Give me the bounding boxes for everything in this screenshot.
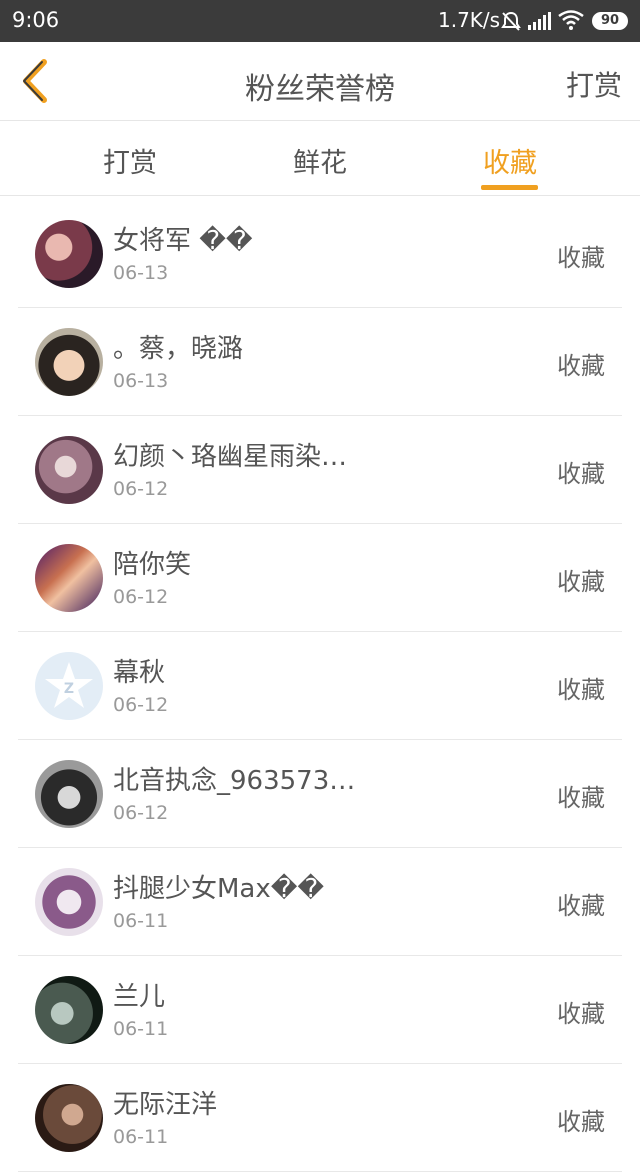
- tab-bar: 打赏 鲜花 收藏: [0, 121, 640, 196]
- tab-flowers[interactable]: 鲜花: [260, 141, 380, 180]
- item-type-label: 收藏: [557, 784, 605, 812]
- tab-favorites[interactable]: 收藏: [450, 141, 570, 180]
- item-date: 06-13: [113, 370, 169, 392]
- user-name: 无际汪洋: [113, 1090, 218, 1120]
- battery-level: 90: [600, 13, 620, 28]
- user-name: 陪你笑: [113, 550, 192, 580]
- list-item[interactable]: 北音执念_963573… 06-12 收藏: [18, 740, 622, 848]
- list-item[interactable]: 。蔡，晓潞 06-13 收藏: [18, 308, 622, 416]
- item-date: 06-12: [113, 478, 169, 500]
- item-date: 06-11: [113, 1126, 169, 1148]
- item-date: 06-12: [113, 694, 169, 716]
- wifi-icon: [558, 10, 584, 30]
- status-bar: 9:06 1.7K/s 90: [0, 0, 640, 42]
- avatar[interactable]: [35, 436, 103, 504]
- item-date: 06-11: [113, 910, 169, 932]
- avatar[interactable]: Z: [35, 652, 103, 720]
- item-type-label: 收藏: [557, 352, 605, 380]
- user-name: 。蔡，晓潞: [113, 334, 244, 364]
- item-type-label: 收藏: [557, 892, 605, 920]
- user-name: 幕秋: [113, 658, 166, 688]
- list-item[interactable]: 兰儿 06-11 收藏: [18, 956, 622, 1064]
- avatar[interactable]: [35, 328, 103, 396]
- page-title: 粉丝荣誉榜: [245, 72, 395, 107]
- avatar[interactable]: [35, 760, 103, 828]
- battery-icon: 90: [592, 12, 628, 30]
- mute-bell-icon: [501, 11, 521, 31]
- item-date: 06-12: [113, 586, 169, 608]
- list-item[interactable]: 抖腿少女Max�� 06-11 收藏: [18, 848, 622, 956]
- fan-list: 女将军 �� 06-13 收藏 。蔡，晓潞 06-13 收藏 幻颜丶珞幽星雨染……: [0, 200, 640, 1172]
- avatar[interactable]: [35, 544, 103, 612]
- avatar[interactable]: [35, 976, 103, 1044]
- item-type-label: 收藏: [557, 1108, 605, 1136]
- list-item[interactable]: 幻颜丶珞幽星雨染… 06-12 收藏: [18, 416, 622, 524]
- active-tab-indicator: [481, 185, 538, 190]
- list-item[interactable]: 女将军 �� 06-13 收藏: [18, 200, 622, 308]
- svg-text:Z: Z: [64, 681, 74, 697]
- item-type-label: 收藏: [557, 568, 605, 596]
- status-time: 9:06: [12, 8, 60, 32]
- signal-icon: [528, 12, 551, 30]
- item-date: 06-12: [113, 802, 169, 824]
- item-type-label: 收藏: [557, 1000, 605, 1028]
- list-item[interactable]: 无际汪洋 06-11 收藏: [18, 1064, 622, 1172]
- list-item[interactable]: 陪你笑 06-12 收藏: [18, 524, 622, 632]
- item-date: 06-13: [113, 262, 169, 284]
- tip-button[interactable]: 打赏: [566, 64, 622, 104]
- item-type-label: 收藏: [557, 244, 605, 272]
- header-bar: 粉丝荣誉榜 打赏: [0, 42, 640, 121]
- status-net-speed: 1.7K/s: [438, 8, 501, 32]
- avatar[interactable]: [35, 1084, 103, 1152]
- user-name: 抖腿少女Max��: [113, 874, 325, 904]
- tab-tip[interactable]: 打赏: [70, 141, 190, 180]
- user-name: 北音执念_963573…: [113, 766, 356, 796]
- avatar[interactable]: [35, 220, 103, 288]
- item-type-label: 收藏: [557, 460, 605, 488]
- user-name: 女将军 ��: [113, 226, 253, 256]
- user-name: 兰儿: [113, 982, 166, 1012]
- avatar[interactable]: [35, 868, 103, 936]
- user-name: 幻颜丶珞幽星雨染…: [113, 442, 348, 472]
- default-star-avatar-icon: Z: [45, 662, 93, 708]
- item-type-label: 收藏: [557, 676, 605, 704]
- item-date: 06-11: [113, 1018, 169, 1040]
- list-item[interactable]: Z 幕秋 06-12 收藏: [18, 632, 622, 740]
